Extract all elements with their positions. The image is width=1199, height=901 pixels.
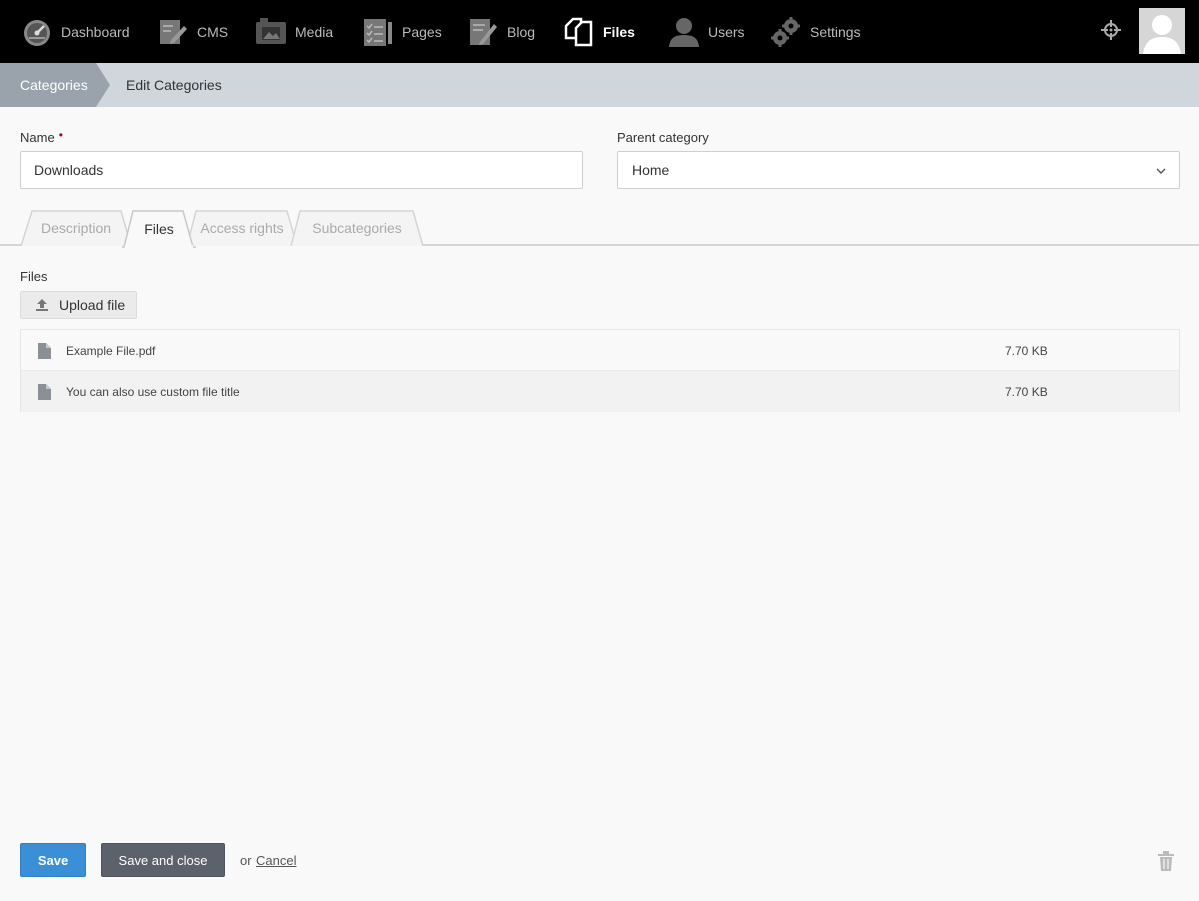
nav-item-settings[interactable]: Settings — [770, 0, 861, 63]
tab-access-rights[interactable]: Access rights — [186, 210, 298, 246]
files-copy-icon — [563, 16, 595, 48]
tab-description[interactable]: Description — [20, 210, 132, 246]
nav-label: Files — [603, 23, 635, 40]
cms-edit-icon — [157, 16, 189, 48]
parent-category-select[interactable]: Home — [617, 151, 1180, 189]
nav-item-users[interactable]: Users — [668, 0, 745, 63]
breadcrumb-label: Categories — [20, 77, 88, 93]
file-name[interactable]: You can also use custom file title — [66, 385, 240, 399]
avatar[interactable] — [1139, 8, 1185, 54]
nav-item-media[interactable]: Media — [255, 0, 333, 63]
nav-label: Media — [295, 23, 334, 40]
file-size: 7.70 KB — [1005, 384, 1048, 399]
tab-label: Access rights — [200, 220, 284, 236]
name-label: Name • — [20, 128, 63, 145]
chevron-down-icon — [1156, 168, 1166, 174]
breadcrumb-label: Edit Categories — [126, 77, 222, 93]
breadcrumb: Categories Edit Categories — [0, 63, 1199, 107]
tab-files[interactable]: Files — [122, 210, 196, 248]
save-button[interactable]: Save — [20, 843, 86, 877]
tab-label: Subcategories — [312, 220, 402, 236]
name-input[interactable] — [20, 151, 583, 189]
nav-item-cms[interactable]: CMS — [157, 0, 228, 63]
nav-item-dashboard[interactable]: Dashboard — [21, 0, 130, 63]
breadcrumb-item-categories[interactable]: Categories — [0, 63, 110, 107]
trash-icon[interactable] — [1157, 851, 1175, 871]
nav-item-blog[interactable]: Blog — [467, 0, 535, 63]
tab-label: Files — [144, 221, 174, 237]
breadcrumb-item-edit-categories: Edit Categories — [126, 63, 222, 107]
file-list: Example File.pdf 7.70 KB You can also us… — [20, 329, 1180, 412]
upload-icon — [36, 299, 48, 311]
nav-label: Settings — [810, 23, 861, 40]
nav-label: Blog — [507, 23, 536, 40]
file-size: 7.70 KB — [1005, 343, 1048, 358]
file-icon — [38, 384, 51, 400]
tab-subcategories[interactable]: Subcategories — [290, 210, 424, 246]
file-name[interactable]: Example File.pdf — [66, 344, 155, 358]
media-camera-icon — [255, 16, 287, 48]
upload-file-label: Upload file — [59, 297, 126, 313]
nav-label: Users — [708, 23, 745, 40]
cancel-link[interactable]: Cancel — [256, 853, 296, 868]
file-row[interactable]: Example File.pdf 7.70 KB — [21, 330, 1179, 371]
crosshair-icon[interactable] — [1100, 19, 1122, 41]
blog-pencil-icon — [467, 16, 499, 48]
parent-category-label: Parent category — [617, 130, 709, 145]
nav-label: CMS — [197, 23, 229, 40]
parent-category-label-text: Parent category — [617, 130, 709, 145]
nav-item-files[interactable]: Files — [563, 0, 635, 63]
tab-label: Description — [40, 220, 112, 236]
required-marker: • — [58, 128, 63, 142]
nav-label: Dashboard — [61, 23, 130, 40]
nav-label: Pages — [402, 23, 442, 40]
name-label-text: Name — [20, 130, 55, 145]
pages-checklist-icon — [362, 16, 394, 48]
files-section-label: Files — [20, 269, 48, 284]
upload-file-button[interactable]: Upload file — [20, 291, 137, 319]
parent-category-value: Home — [632, 162, 670, 178]
gears-icon — [770, 16, 802, 48]
top-navigation: Dashboard CMS Media Pages Blog Files Use… — [0, 0, 1199, 63]
dashboard-gauge-icon — [21, 16, 53, 48]
nav-item-pages[interactable]: Pages — [362, 0, 442, 63]
user-icon — [668, 16, 700, 48]
file-row[interactable]: You can also use custom file title 7.70 … — [21, 371, 1179, 412]
or-text: or — [240, 853, 252, 868]
save-and-close-button[interactable]: Save and close — [101, 843, 225, 877]
file-icon — [38, 343, 51, 359]
